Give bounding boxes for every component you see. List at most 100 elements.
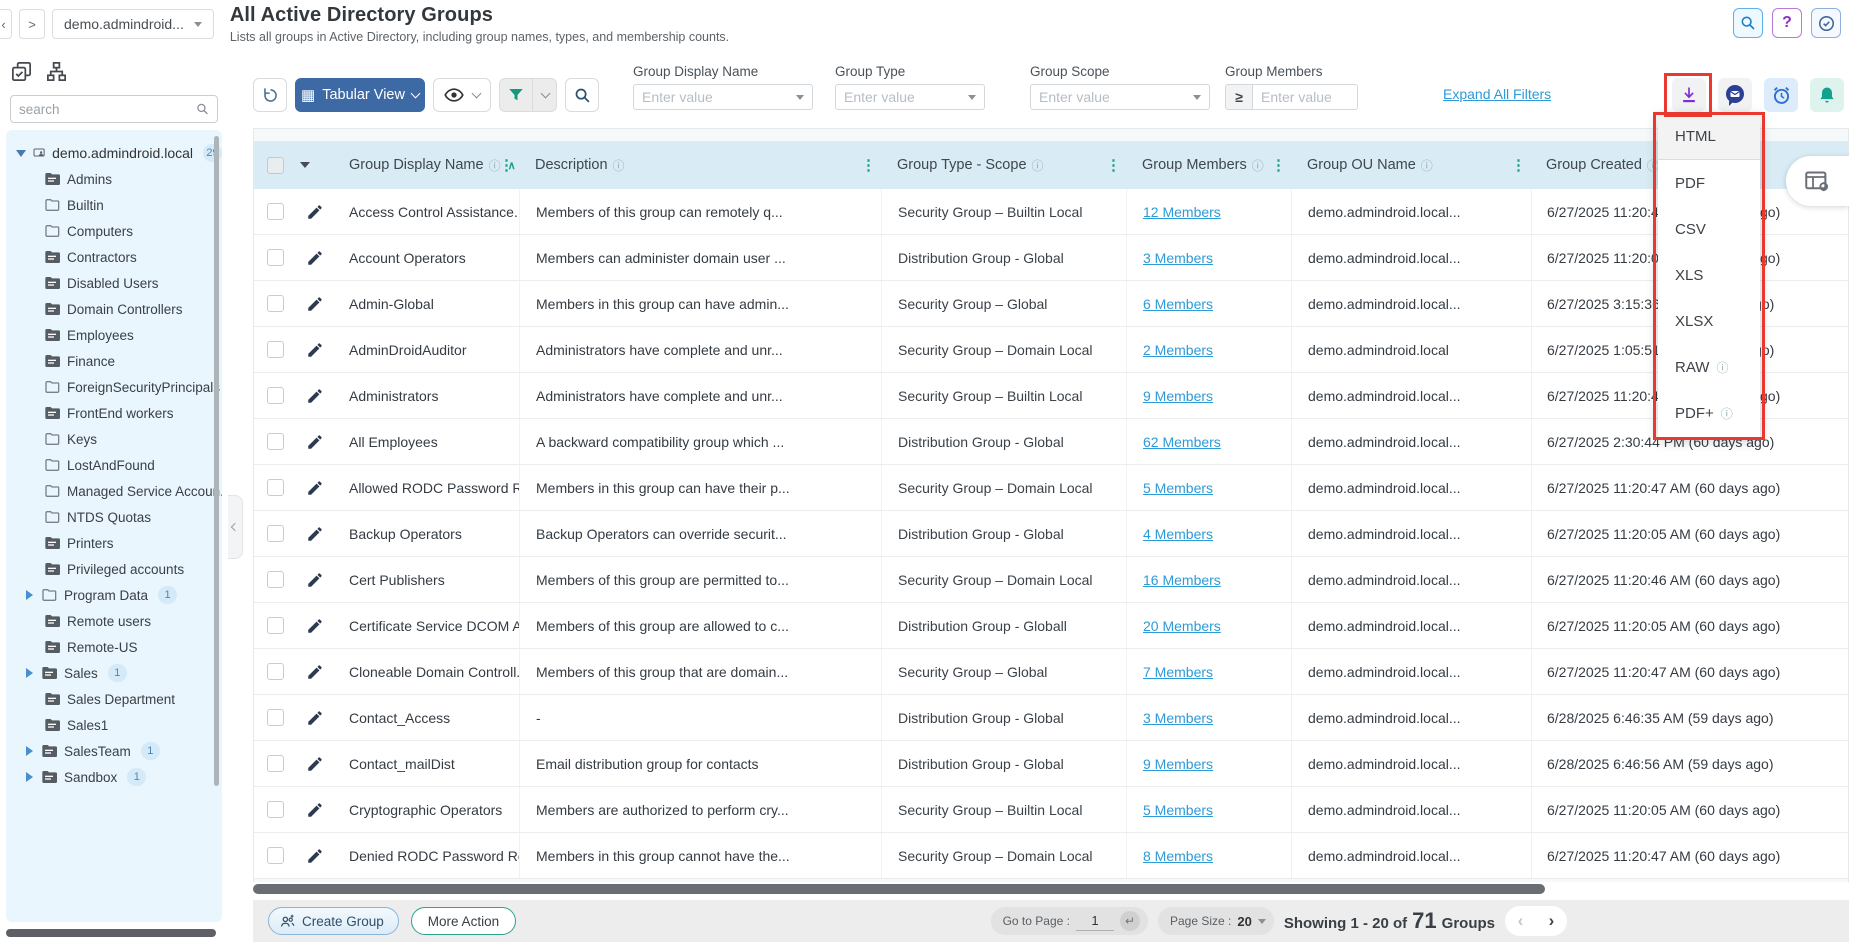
tree-item[interactable]: SalesTeam1 bbox=[12, 738, 222, 764]
export-option-html[interactable]: HTML bbox=[1658, 114, 1760, 160]
header-group-type-scope[interactable]: Group Type - Scopeⓘ⋮ bbox=[881, 141, 1126, 189]
tree-item[interactable]: Program Data1 bbox=[12, 582, 222, 608]
row-checkbox[interactable] bbox=[267, 295, 284, 312]
tree-item[interactable]: LostAndFound bbox=[12, 452, 222, 478]
edit-icon[interactable] bbox=[306, 709, 324, 727]
sidebar-collapse-handle[interactable] bbox=[228, 495, 243, 559]
select-all-checkbox[interactable] bbox=[267, 157, 284, 174]
goto-enter-icon[interactable]: ↵ bbox=[1120, 911, 1140, 931]
edit-icon[interactable] bbox=[306, 341, 324, 359]
tree-item[interactable]: Employees bbox=[12, 322, 222, 348]
page-size-control[interactable]: Page Size :20 bbox=[1158, 907, 1274, 935]
breadcrumb-back-button[interactable]: ‹ bbox=[0, 9, 12, 39]
members-link[interactable]: 12 Members bbox=[1143, 204, 1221, 220]
tree-item[interactable]: FrontEnd workers bbox=[12, 400, 222, 426]
tree-item[interactable]: Remote users bbox=[12, 608, 222, 634]
edit-icon[interactable] bbox=[306, 249, 324, 267]
edit-icon[interactable] bbox=[306, 755, 324, 773]
members-link[interactable]: 9 Members bbox=[1143, 388, 1213, 404]
filter-group-display-name[interactable]: Enter value bbox=[633, 84, 813, 110]
expand-caret-icon[interactable] bbox=[26, 590, 33, 600]
sidebar-search-input[interactable] bbox=[19, 102, 196, 117]
expand-caret-icon[interactable] bbox=[26, 668, 33, 678]
more-action-button[interactable]: More Action bbox=[411, 907, 516, 935]
tree-horizontal-scrollbar[interactable] bbox=[6, 929, 216, 937]
edit-icon[interactable] bbox=[306, 525, 324, 543]
row-checkbox[interactable] bbox=[267, 479, 284, 496]
export-option-xlsx[interactable]: XLSX bbox=[1658, 298, 1760, 344]
table-horizontal-scrollbar[interactable] bbox=[253, 884, 1545, 894]
global-search-button[interactable] bbox=[1733, 8, 1763, 38]
tree-item[interactable]: Disabled Users bbox=[12, 270, 222, 296]
tree-item[interactable]: Privileged accounts bbox=[12, 556, 222, 582]
edit-icon[interactable] bbox=[306, 617, 324, 635]
export-option-pdfplus[interactable]: PDF+ⓘ bbox=[1658, 390, 1760, 436]
view-mode-button[interactable]: ▦Tabular View bbox=[295, 78, 425, 112]
row-checkbox[interactable] bbox=[267, 433, 284, 450]
header-description[interactable]: Descriptionⓘ⋮ bbox=[519, 141, 881, 189]
members-link[interactable]: 6 Members bbox=[1143, 296, 1213, 312]
column-menu-icon[interactable]: ⋮ bbox=[499, 156, 514, 174]
row-checkbox[interactable] bbox=[267, 663, 284, 680]
column-settings-button[interactable] bbox=[1786, 156, 1849, 206]
edit-icon[interactable] bbox=[306, 847, 324, 865]
alerts-button[interactable] bbox=[1810, 78, 1844, 112]
row-checkbox[interactable] bbox=[267, 525, 284, 542]
feedback-button[interactable] bbox=[1718, 78, 1752, 112]
export-button[interactable] bbox=[1672, 78, 1706, 112]
next-page-icon[interactable]: › bbox=[1549, 911, 1555, 931]
select-menu-caret-icon[interactable] bbox=[300, 162, 310, 168]
members-link[interactable]: 3 Members bbox=[1143, 250, 1213, 266]
filter-group-type[interactable]: Enter value bbox=[835, 84, 985, 110]
tree-item[interactable]: Sales1 bbox=[12, 660, 222, 686]
goto-page-input[interactable] bbox=[1076, 911, 1114, 931]
edit-icon[interactable] bbox=[306, 387, 324, 405]
members-link[interactable]: 62 Members bbox=[1143, 434, 1221, 450]
breadcrumb-forward-button[interactable]: > bbox=[19, 9, 45, 39]
column-menu-icon[interactable]: ⋮ bbox=[861, 156, 876, 174]
tree-item[interactable]: Contractors bbox=[12, 244, 222, 270]
edit-icon[interactable] bbox=[306, 203, 324, 221]
hierarchy-icon[interactable] bbox=[45, 60, 68, 83]
tree-item[interactable]: NTDS Quotas bbox=[12, 504, 222, 530]
members-link[interactable]: 2 Members bbox=[1143, 342, 1213, 358]
row-checkbox[interactable] bbox=[267, 755, 284, 772]
tenant-selector[interactable]: demo.admindroid... bbox=[52, 9, 214, 39]
row-checkbox[interactable] bbox=[267, 249, 284, 266]
members-link[interactable]: 16 Members bbox=[1143, 572, 1221, 588]
tree-item[interactable]: Managed Service Accoun... bbox=[12, 478, 222, 504]
members-link[interactable]: 7 Members bbox=[1143, 664, 1213, 680]
members-link[interactable]: 9 Members bbox=[1143, 756, 1213, 772]
members-link[interactable]: 3 Members bbox=[1143, 710, 1213, 726]
members-link[interactable]: 8 Members bbox=[1143, 848, 1213, 864]
export-option-raw[interactable]: RAWⓘ bbox=[1658, 344, 1760, 390]
filter-group-members-input[interactable] bbox=[1253, 84, 1358, 110]
edit-icon[interactable] bbox=[306, 663, 324, 681]
filter-operator-button[interactable]: ≥ bbox=[1225, 84, 1253, 110]
members-link[interactable]: 4 Members bbox=[1143, 526, 1213, 542]
tree-item[interactable]: ForeignSecurityPrincipals bbox=[12, 374, 222, 400]
tree-item[interactable]: Builtin bbox=[12, 192, 222, 218]
row-checkbox[interactable] bbox=[267, 617, 284, 634]
task-status-button[interactable] bbox=[1811, 8, 1841, 38]
tree-vertical-scrollbar[interactable] bbox=[214, 136, 219, 786]
export-option-pdf[interactable]: PDF bbox=[1658, 160, 1760, 206]
header-group-display-name[interactable]: Group Display Nameⓘ∧⋮ bbox=[347, 141, 519, 189]
table-search-button[interactable] bbox=[565, 78, 599, 112]
column-visibility-button[interactable] bbox=[433, 78, 491, 112]
tree-item[interactable]: Finance bbox=[12, 348, 222, 374]
export-option-xls[interactable]: XLS bbox=[1658, 252, 1760, 298]
multi-select-icon[interactable] bbox=[10, 60, 33, 83]
expand-caret-icon[interactable] bbox=[26, 772, 33, 782]
edit-icon[interactable] bbox=[306, 433, 324, 451]
members-link[interactable]: 20 Members bbox=[1143, 618, 1221, 634]
tree-item[interactable]: Sales1 bbox=[12, 712, 222, 738]
tree-item[interactable]: Sandbox1 bbox=[12, 764, 222, 790]
row-checkbox[interactable] bbox=[267, 341, 284, 358]
header-group-ou-name[interactable]: Group OU Nameⓘ⋮ bbox=[1291, 141, 1531, 189]
tree-item[interactable]: Sales Department bbox=[12, 686, 222, 712]
prev-page-icon[interactable]: ‹ bbox=[1518, 911, 1524, 931]
tree-item[interactable]: Keys bbox=[12, 426, 222, 452]
row-checkbox[interactable] bbox=[267, 571, 284, 588]
header-group-members[interactable]: Group Membersⓘ⋮ bbox=[1126, 141, 1291, 189]
